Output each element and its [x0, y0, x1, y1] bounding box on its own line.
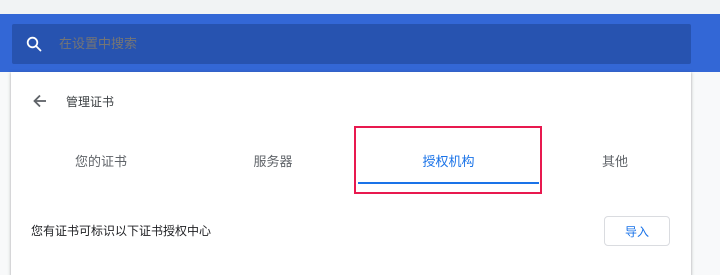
- tab-label: 其他: [601, 154, 628, 170]
- search-bar[interactable]: [12, 24, 691, 64]
- tab-others[interactable]: 其他: [539, 134, 691, 186]
- page-title: 管理证书: [66, 94, 115, 109]
- search-icon[interactable]: [24, 34, 44, 54]
- card-header: 管理证书: [11, 86, 114, 116]
- tab-label: 您的证书: [74, 154, 127, 170]
- arrow-back-icon[interactable]: [30, 91, 50, 111]
- tab-servers[interactable]: 服务器: [183, 134, 363, 186]
- authorities-description: 您有证书可标识以下证书授权中心: [31, 224, 212, 238]
- window-top-strip: [0, 0, 720, 14]
- import-button[interactable]: 导入: [604, 216, 670, 246]
- manage-certificates-card: 管理证书 您的证书 服务器 授权机构 其他 您有证书可标识以下证书授权中心 导入: [11, 72, 691, 275]
- active-tab-indicator: [358, 182, 539, 184]
- tab-label: 服务器: [253, 154, 293, 170]
- tab-label: 授权机构: [422, 154, 475, 170]
- certificate-tabs: 您的证书 服务器 授权机构 其他: [11, 134, 691, 186]
- tab-authorities[interactable]: 授权机构: [358, 134, 539, 186]
- search-input[interactable]: [57, 35, 661, 53]
- tab-your-certificates[interactable]: 您的证书: [11, 134, 191, 186]
